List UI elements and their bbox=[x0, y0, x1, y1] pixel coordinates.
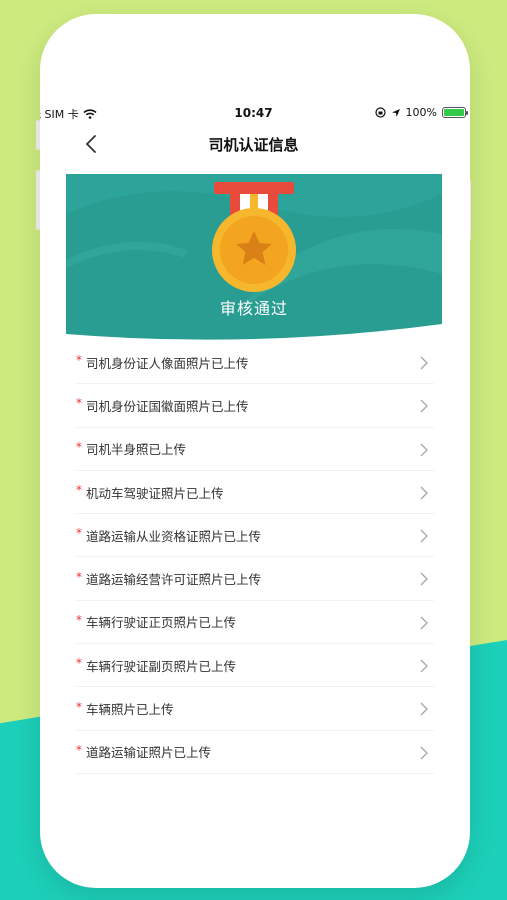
chevron-right-icon bbox=[420, 702, 428, 716]
required-marker: * bbox=[76, 353, 82, 368]
required-marker: * bbox=[76, 656, 82, 671]
navigation-bar: 司机认证信息 bbox=[40, 128, 470, 162]
list-item[interactable]: * 司机身份证国徽面照片已上传 bbox=[76, 384, 434, 428]
required-marker: * bbox=[76, 526, 82, 541]
list-item[interactable]: * 车辆行驶证副页照片已上传 bbox=[76, 644, 434, 688]
list-item[interactable]: * 司机身份证人像面照片已上传 bbox=[76, 341, 434, 385]
chevron-right-icon bbox=[420, 659, 428, 673]
item-label: 司机半身照已上传 bbox=[86, 442, 187, 458]
location-icon bbox=[391, 108, 400, 117]
list-item[interactable]: * 道路运输证照片已上传 bbox=[76, 731, 434, 774]
chevron-right-icon bbox=[420, 572, 428, 586]
battery-percent: 100% bbox=[405, 106, 437, 119]
list-item[interactable]: * 道路运输从业资格证照片已上传 bbox=[76, 514, 434, 558]
required-marker: * bbox=[76, 483, 82, 498]
item-label: 道路运输经营许可证照片已上传 bbox=[86, 572, 262, 588]
list-item[interactable]: * 司机半身照已上传 bbox=[76, 428, 434, 471]
list-item[interactable]: * 车辆行驶证正页照片已上传 bbox=[76, 601, 434, 645]
item-label: 车辆行驶证副页照片已上传 bbox=[86, 658, 237, 674]
medal-star-icon bbox=[212, 182, 296, 292]
chevron-right-icon bbox=[420, 356, 428, 370]
phone-frame: 无 SIM 卡 10:47 100% bbox=[40, 14, 470, 888]
item-label: 机动车驾驶证照片已上传 bbox=[86, 485, 224, 501]
item-label: 道路运输证照片已上传 bbox=[86, 745, 212, 761]
list-item[interactable]: * 车辆照片已上传 bbox=[76, 687, 434, 731]
required-marker: * bbox=[76, 569, 82, 584]
item-label: 司机身份证人像面照片已上传 bbox=[86, 355, 249, 371]
approval-status-text: 审核通过 bbox=[219, 299, 288, 318]
required-marker: * bbox=[76, 612, 82, 627]
list-item[interactable]: * 道路运输经营许可证照片已上传 bbox=[76, 557, 434, 601]
chevron-right-icon bbox=[420, 443, 428, 457]
required-marker: * bbox=[76, 439, 82, 454]
item-label: 司机身份证国徽面照片已上传 bbox=[86, 398, 249, 414]
battery-icon bbox=[442, 107, 468, 118]
chevron-right-icon bbox=[420, 616, 428, 630]
item-label: 车辆照片已上传 bbox=[86, 702, 174, 718]
chevron-right-icon bbox=[420, 399, 428, 413]
chevron-right-icon bbox=[420, 529, 428, 543]
status-bar: 无 SIM 卡 10:47 100% bbox=[40, 104, 470, 122]
chevron-right-icon bbox=[420, 486, 428, 500]
page-title: 司机认证信息 bbox=[208, 136, 299, 154]
item-label: 车辆行驶证正页照片已上传 bbox=[86, 615, 237, 631]
list-item[interactable]: * 机动车驾驶证照片已上传 bbox=[76, 471, 434, 515]
required-marker: * bbox=[76, 742, 82, 757]
orientation-lock-icon bbox=[374, 107, 386, 118]
item-label: 道路运输从业资格证照片已上传 bbox=[86, 528, 262, 544]
certification-list: * 司机身份证人像面照片已上传 * 司机身份证国徽面照片已上传 * 司机半身照已… bbox=[76, 341, 434, 774]
chevron-right-icon bbox=[420, 746, 428, 760]
required-marker: * bbox=[76, 699, 82, 714]
required-marker: * bbox=[76, 396, 82, 411]
approval-banner: 审核通过 bbox=[66, 174, 442, 344]
